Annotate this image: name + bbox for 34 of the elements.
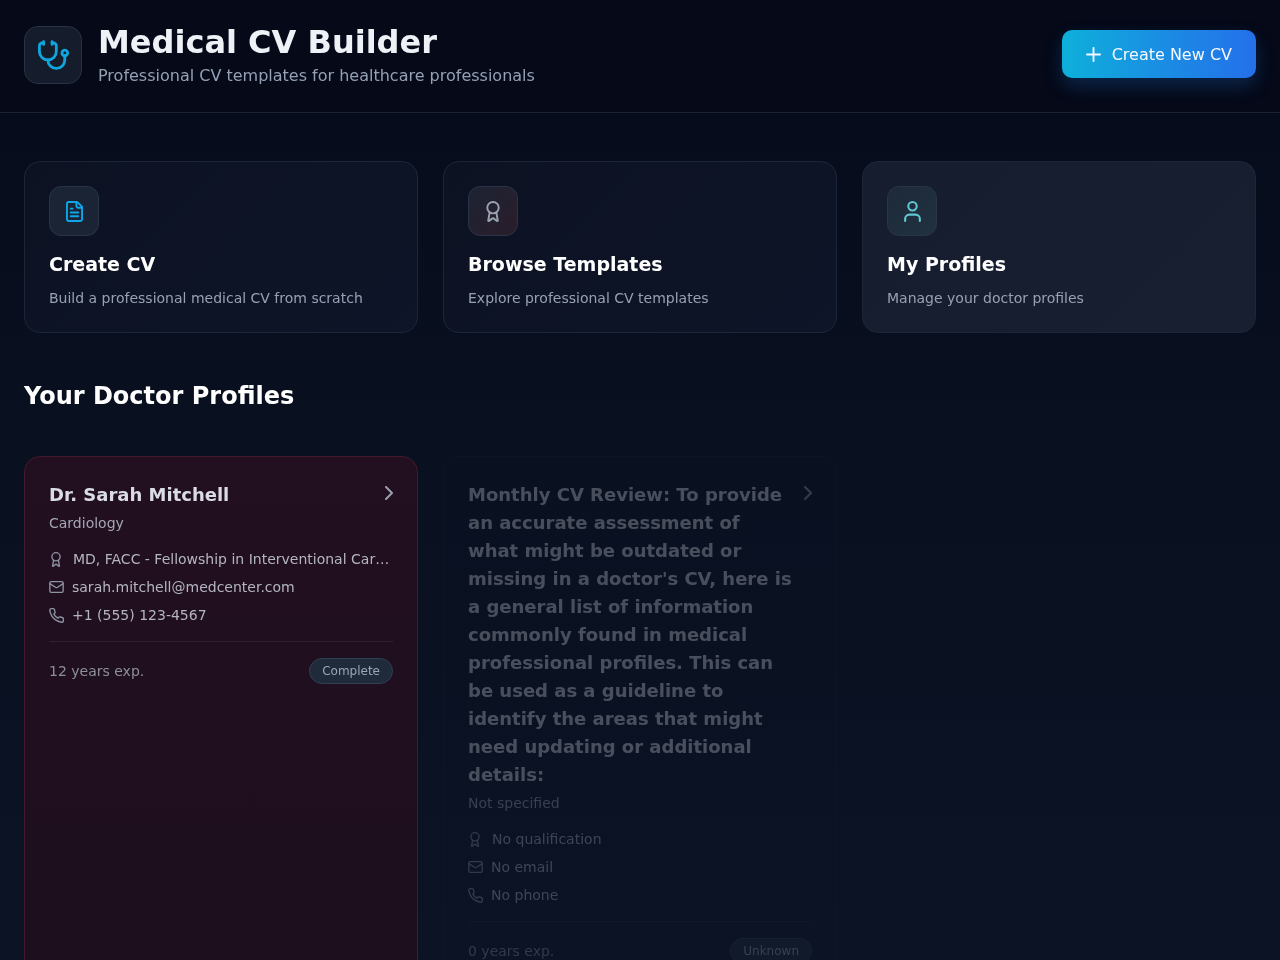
award-icon xyxy=(468,186,518,236)
profile-card[interactable]: Dr. Sarah Mitchell Cardiology MD, FACC - Fellowship in Interventional Car… sarah.mitchell@medcenter.com +1 (555) 123-4567 12 years exp. Complete xyxy=(24,456,418,960)
chevron-icon xyxy=(804,486,812,500)
action-description: Explore professional CV templates xyxy=(468,289,710,308)
phone-text: +1 (555) 123-4567 xyxy=(72,606,207,625)
action-card[interactable]: Browse Templates Explore professional CV templates xyxy=(443,161,837,333)
plus-icon xyxy=(1085,46,1101,62)
phone-icon xyxy=(49,607,64,623)
chevron-icon xyxy=(385,486,393,500)
app-subtitle: Professional CV templates for healthcare professionals xyxy=(98,65,535,87)
user-icon xyxy=(887,186,937,236)
mail-icon xyxy=(49,581,64,593)
action-description: Manage your doctor profiles xyxy=(887,289,1085,308)
stethoscope-icon xyxy=(24,26,82,84)
app-title: Medical CV Builder xyxy=(98,23,438,61)
award-icon xyxy=(470,831,480,847)
action-card[interactable]: My Profiles Manage your doctor profiles xyxy=(862,161,1256,333)
document-icon xyxy=(49,186,99,236)
email-text: sarah.mitchell@medcenter.com xyxy=(72,578,295,597)
qualification-text: MD, FACC - Fellowship in Interventional Car… xyxy=(73,550,390,569)
status-badge: Complete xyxy=(309,658,393,684)
experience-text: 12 years exp. xyxy=(49,662,145,681)
action-card[interactable]: Create CV Build a professional medical CV from scratch xyxy=(24,161,418,333)
section-heading: Your Doctor Profiles xyxy=(24,381,296,412)
award-icon xyxy=(51,551,61,567)
action-title: Browse Templates xyxy=(468,252,664,277)
create-cv-button[interactable]: Create New CV xyxy=(1061,30,1256,78)
action-description: Build a professional medical CV from scratch xyxy=(49,289,364,308)
mail-icon xyxy=(468,861,483,873)
action-title: Create CV xyxy=(49,252,157,277)
phone-icon xyxy=(468,887,483,903)
specialty-text: Cardiology xyxy=(49,514,125,533)
profile-name: Dr. Sarah Mitchell xyxy=(49,483,231,507)
action-title: My Profiles xyxy=(887,252,1008,277)
